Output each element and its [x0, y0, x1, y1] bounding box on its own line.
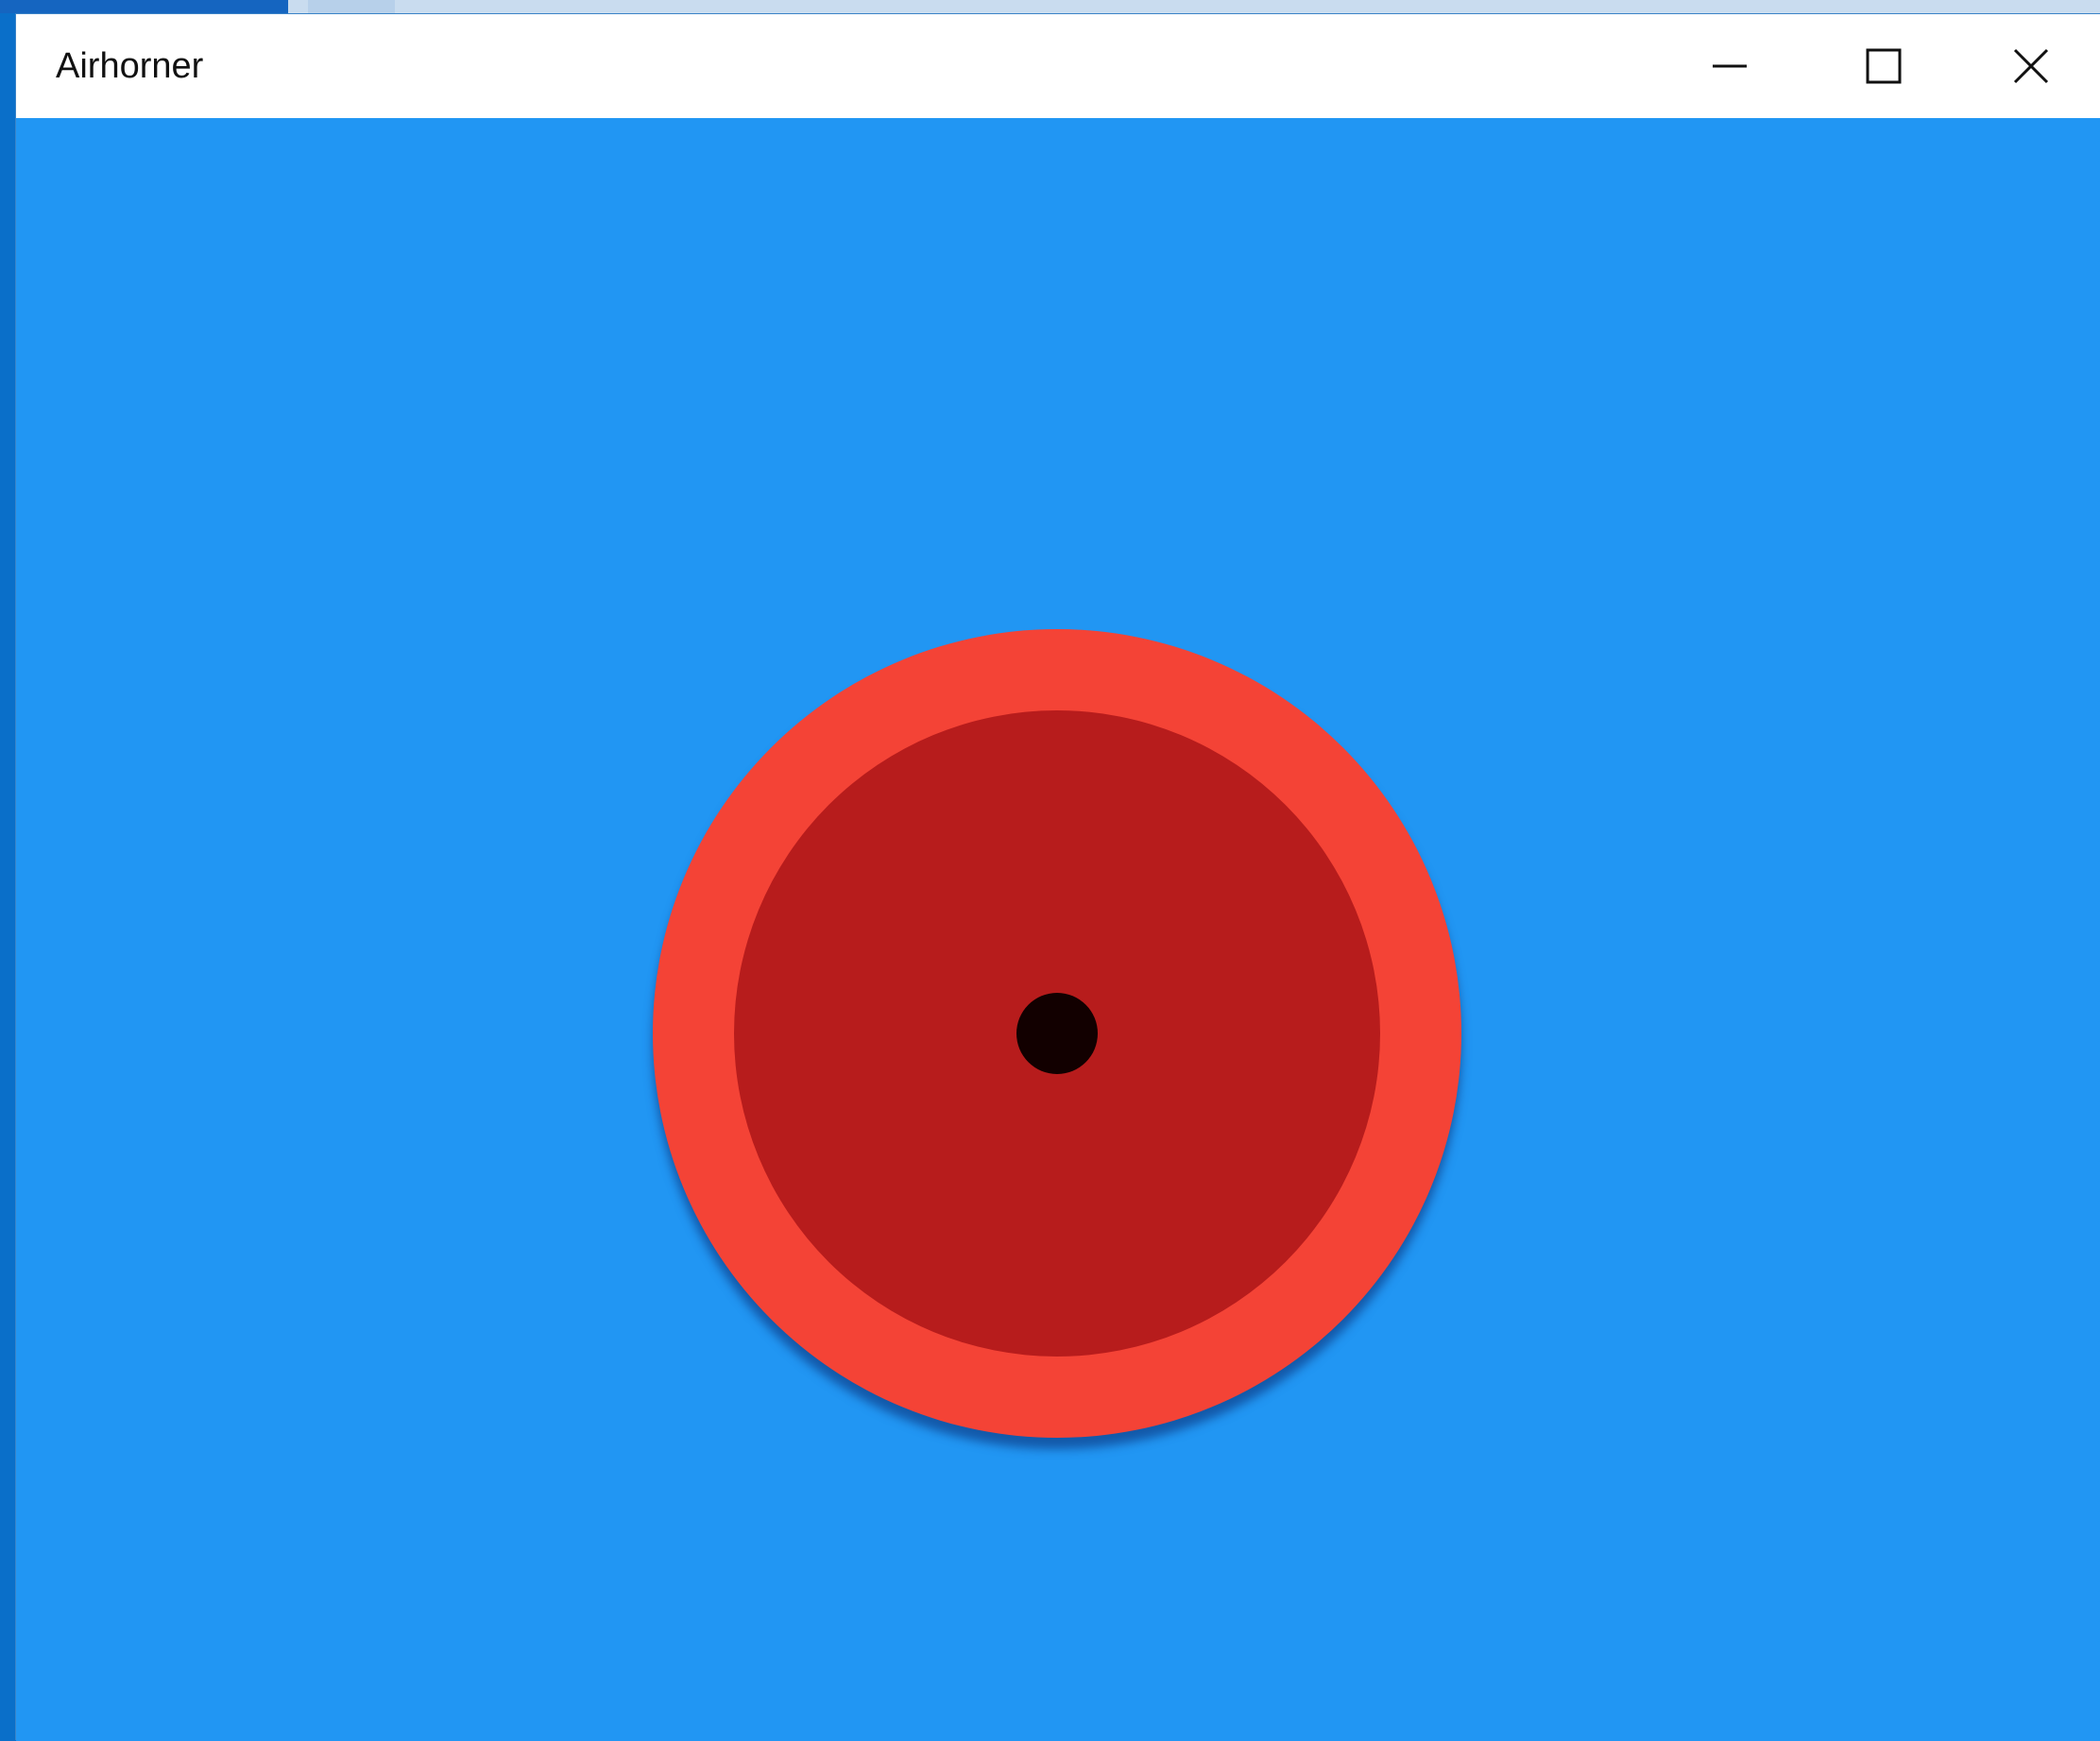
window-title: Airhorner — [56, 46, 204, 86]
airhorn-center-dot — [1016, 993, 1098, 1074]
minimize-icon — [1712, 64, 1747, 68]
taskbar-button-active[interactable] — [0, 0, 288, 13]
close-button[interactable] — [1960, 14, 2100, 118]
taskbar-button[interactable] — [308, 0, 395, 13]
app-window: Airhorner — [15, 13, 2100, 1741]
minimize-button[interactable] — [1652, 14, 1806, 118]
airhorn-button[interactable] — [653, 629, 1461, 1438]
close-icon — [2013, 48, 2048, 84]
desktop-taskbar-strip — [0, 0, 2100, 13]
title-bar[interactable]: Airhorner — [16, 14, 2100, 118]
desktop-background — [0, 0, 15, 1740]
app-content — [16, 118, 2100, 1741]
airhorn-inner-circle — [734, 710, 1380, 1357]
maximize-icon — [1866, 48, 1901, 84]
maximize-button[interactable] — [1806, 14, 1960, 118]
